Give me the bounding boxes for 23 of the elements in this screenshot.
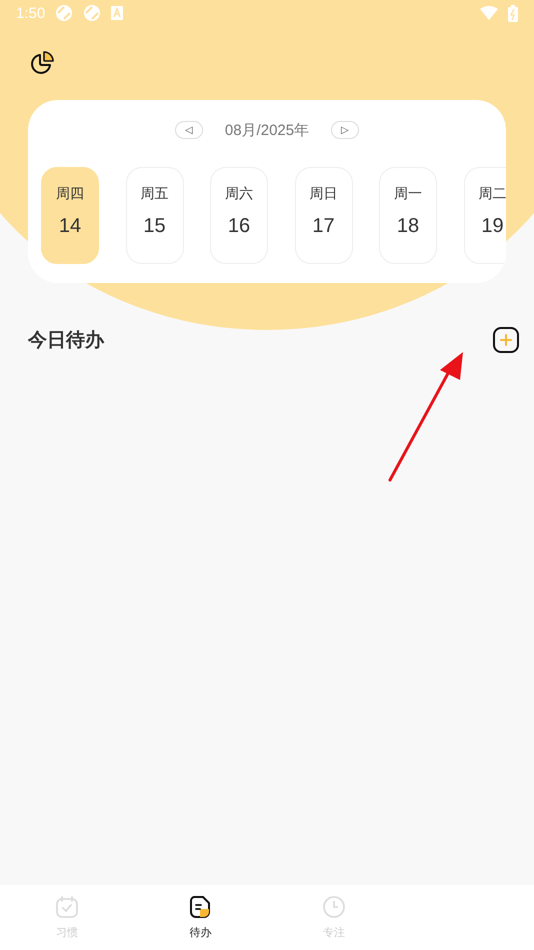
font-notification-icon bbox=[111, 6, 124, 20]
date-chip[interactable]: 周六 16 bbox=[210, 167, 268, 264]
note-icon bbox=[188, 895, 212, 919]
plus-icon bbox=[500, 334, 512, 346]
date-chip[interactable]: 周日 17 bbox=[294, 167, 352, 264]
app-notification-icon bbox=[55, 4, 74, 22]
date-chip[interactable]: 周一 18 bbox=[379, 167, 437, 264]
wifi-icon bbox=[480, 6, 498, 20]
date-chip[interactable]: 周二 19 bbox=[464, 167, 506, 264]
section-title: 今日待办 bbox=[28, 329, 104, 353]
clock-icon bbox=[322, 895, 346, 919]
previous-month-button[interactable]: ◁ bbox=[174, 121, 203, 139]
app-notification-icon bbox=[83, 4, 102, 22]
month-label: 08月/2025年 bbox=[224, 120, 310, 140]
tab[interactable]: 待办 bbox=[134, 885, 267, 950]
date-chip[interactable]: 周五 15 bbox=[126, 167, 184, 264]
calendar-check-icon bbox=[54, 895, 79, 919]
status-time: 1:50 bbox=[16, 4, 46, 22]
battery-icon bbox=[508, 4, 518, 22]
pie-chart-icon[interactable] bbox=[30, 50, 56, 76]
date-chip[interactable]: 周四 14 bbox=[41, 167, 99, 264]
next-month-button[interactable]: ▷ bbox=[331, 121, 360, 139]
add-button[interactable] bbox=[493, 327, 519, 353]
